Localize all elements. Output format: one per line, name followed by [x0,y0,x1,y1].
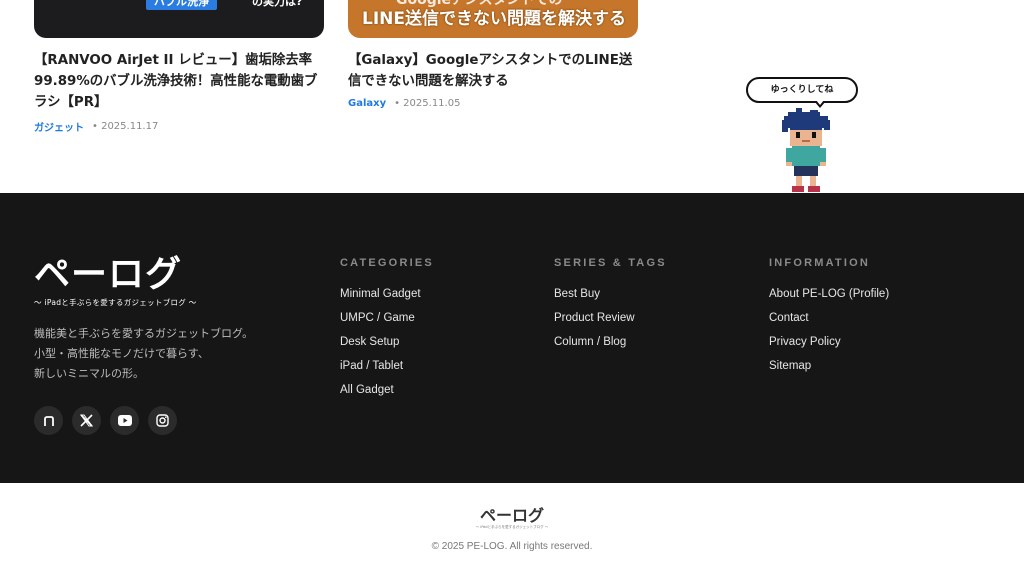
site-description: 機能美と手ぶらを愛するガジェットブログ。 小型・高性能なモノだけで暮らす、 新し… [34,324,253,384]
article-date: • 2025.11.05 [394,98,461,109]
footer-link-minimal-gadget[interactable]: Minimal Gadget [340,282,434,306]
instagram-icon[interactable] [148,406,177,435]
footer-information: INFORMATION About PE-LOG (Profile) Conta… [769,257,889,378]
footer-link-privacy-policy[interactable]: Privacy Policy [769,330,889,354]
article-category-link[interactable]: Galaxy [348,98,386,109]
footer-link-sitemap[interactable]: Sitemap [769,354,889,378]
description-line: 機能美と手ぶらを愛するガジェットブログ。 [34,327,254,340]
article-category-link[interactable]: ガジェット [34,119,84,134]
footer-column-heading: SERIES & TAGS [554,257,667,269]
note-icon[interactable] [34,406,63,435]
footer-column-heading: CATEGORIES [340,257,434,269]
speech-bubble-tail-inner [816,100,824,105]
footer-link-best-buy[interactable]: Best Buy [554,282,667,306]
thumbnail-caption: Googleアシスタントでの [396,0,563,8]
site-footer: ペーログ ～ iPadと手ぶらを愛するガジェットブログ ～ 機能美と手ぶらを愛す… [0,193,1024,483]
thumbnail-caption: の実力は? [252,0,303,8]
footer-brand[interactable]: ペーログ ～ iPadと手ぶらを愛するガジェットブログ ～ [34,255,197,308]
pixel-mascot-character-icon[interactable] [780,108,832,194]
footer-bottom-bar: ペーログ ～ iPadと手ぶらを愛するガジェットブログ ～ © 2025 PE-… [0,483,1024,576]
footer-link-product-review[interactable]: Product Review [554,306,667,330]
footer-link-desk-setup[interactable]: Desk Setup [340,330,434,354]
footer-link-about[interactable]: About PE-LOG (Profile) [769,282,889,306]
article-card[interactable]: Googleアシスタントでの LINE送信できない問題を解決する 【Galaxy… [348,0,638,109]
footer-categories: CATEGORIES Minimal Gadget UMPC / Game De… [340,257,434,402]
footer-mini-tagline: ～ iPadと手ぶらを愛するガジェットブログ ～ [475,525,549,529]
article-thumbnail[interactable]: Googleアシスタントでの LINE送信できない問題を解決する [348,0,638,38]
footer-link-column-blog[interactable]: Column / Blog [554,330,667,354]
mascot-speech-bubble: ゆっくりしてね [746,77,858,103]
footer-series-tags: SERIES & TAGS Best Buy Product Review Co… [554,257,667,354]
thumbnail-banner-text: バブル洗浄 [146,0,217,10]
x-icon[interactable] [72,406,101,435]
footer-link-ipad-tablet[interactable]: iPad / Tablet [340,354,434,378]
article-meta: Galaxy • 2025.11.05 [348,98,638,109]
footer-column-heading: INFORMATION [769,257,870,269]
related-articles: バブル洗浄 の実力は? 【RANVOO AirJet II レビュー】歯垢除去率… [0,0,1024,193]
article-date: • 2025.11.17 [92,121,159,132]
copyright-text: © 2025 PE-LOG. All rights reserved. [431,541,593,552]
description-line: 新しいミニマルの形。 [34,367,144,380]
footer-link-all-gadget[interactable]: All Gadget [340,378,434,402]
footer-mini-logo[interactable]: ペーログ [0,507,1024,525]
youtube-icon[interactable] [110,406,139,435]
site-logo[interactable]: ペーログ [34,255,197,295]
footer-link-umpc-game[interactable]: UMPC / Game [340,306,434,330]
article-title[interactable]: 【Galaxy】GoogleアシスタントでのLINE送信できない問題を解決する [348,50,638,92]
article-meta: ガジェット • 2025.11.17 [34,119,324,134]
footer-link-contact[interactable]: Contact [769,306,889,330]
site-tagline: ～ iPadと手ぶらを愛するガジェットブログ ～ [34,298,197,307]
article-thumbnail[interactable]: バブル洗浄 の実力は? [34,0,324,38]
description-line: 小型・高性能なモノだけで暮らす、 [34,347,209,360]
social-links [34,406,177,435]
article-card[interactable]: バブル洗浄 の実力は? 【RANVOO AirJet II レビュー】歯垢除去率… [34,0,324,134]
article-title[interactable]: 【RANVOO AirJet II レビュー】歯垢除去率99.89%のバブル洗浄… [34,50,324,113]
thumbnail-headline: LINE送信できない問題を解決する [362,9,626,29]
